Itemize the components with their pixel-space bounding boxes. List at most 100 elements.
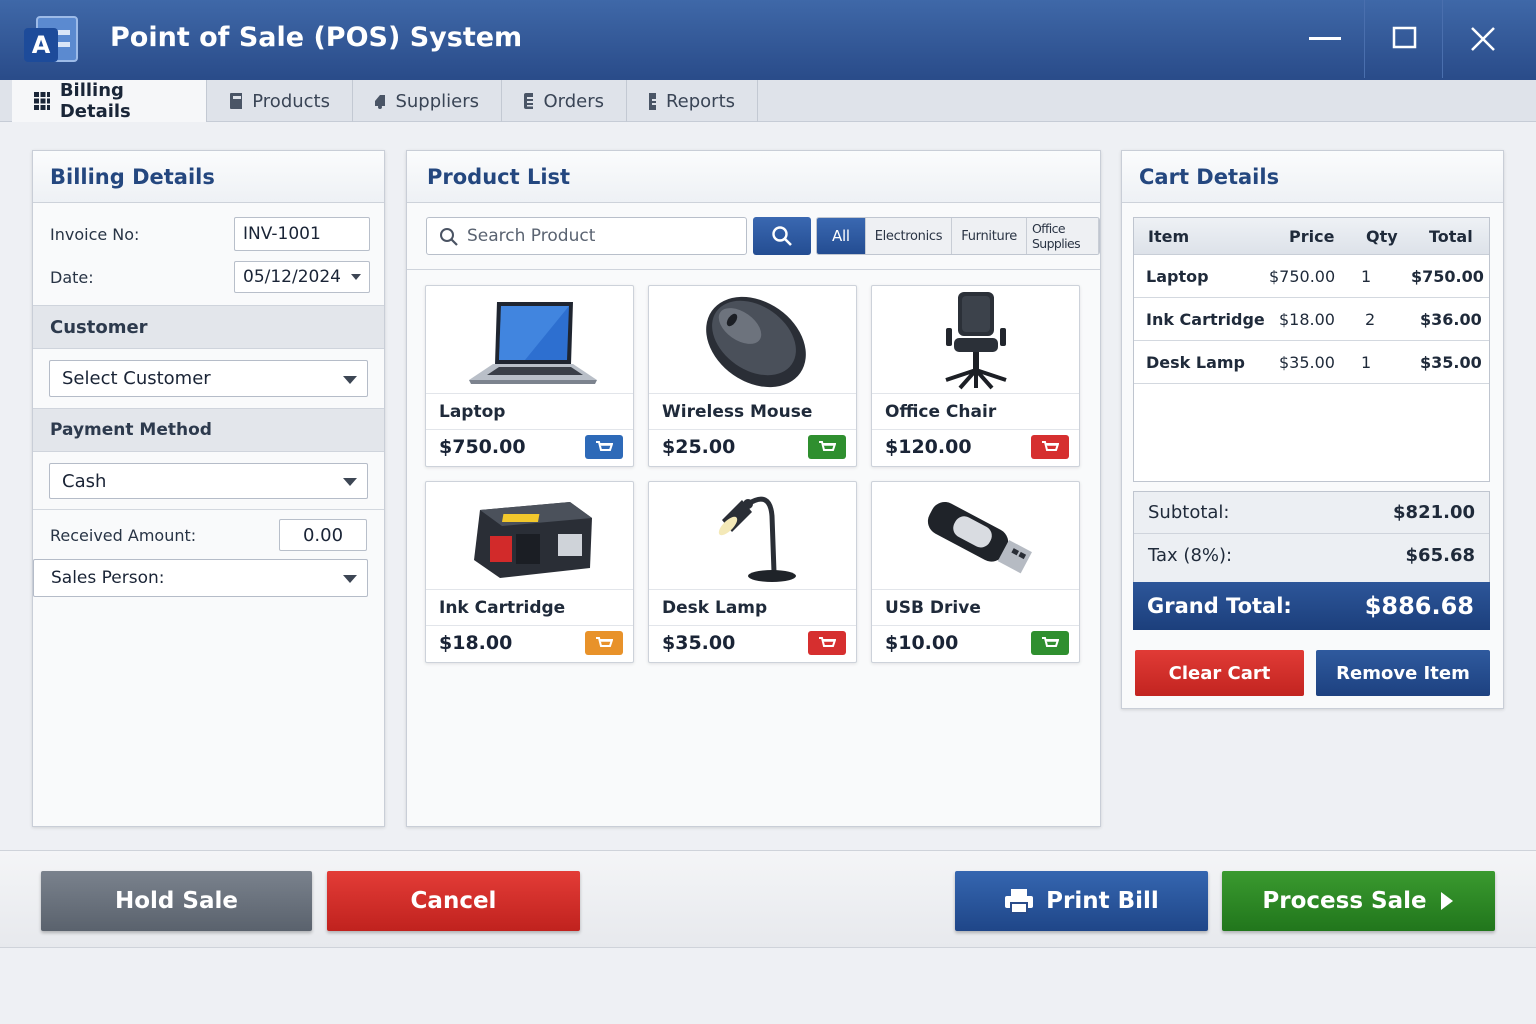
cart-item-price: $750.00 [1269,266,1336,286]
product-price: $10.00 [885,632,959,654]
product-name: Ink Cartridge [439,598,566,618]
tab-label: Suppliers [395,90,479,112]
subtotal-value: $821.00 [1393,502,1475,523]
search-placeholder: Search Product [467,226,596,246]
billing-panel: Billing Details Invoice No: INV-1001 Dat… [32,150,385,827]
cancel-button[interactable]: Cancel [327,871,580,931]
payment-method-value: Cash [62,470,107,492]
tab-label: Billing Details [59,80,131,122]
app-logo: A [24,14,80,64]
add-to-cart-button[interactable] [1031,631,1069,655]
tab-billing-details[interactable]: Billing Details [12,80,207,122]
product-price: $18.00 [439,632,513,654]
invoice-field[interactable]: INV-1001 [234,217,370,251]
tab-orders[interactable]: Orders [502,80,627,122]
tax-row: Tax (8%): $65.68 [1134,534,1489,576]
cart-icon [1042,637,1059,647]
cart-item-total: $750.00 [1411,266,1484,286]
truck-icon [375,95,386,109]
product-list-panel: Product List Search Product All Electron… [406,150,1101,827]
minimize-icon [1309,37,1341,40]
filter-office-supplies[interactable]: Office Supplies [1027,218,1099,254]
invoice-label: Invoice No: [50,224,140,244]
cart-item-total: $36.00 [1420,309,1482,329]
cancel-label: Cancel [410,888,497,914]
mouse-image [649,286,856,394]
received-label: Received Amount: [50,525,197,545]
filter-electronics[interactable]: Electronics [866,218,953,254]
laptop-image [426,286,633,394]
action-bar: Hold Sale Cancel Print Bill Process Sale [0,850,1536,948]
cart-icon [596,441,613,451]
add-to-cart-button[interactable] [585,435,623,459]
cart-panel: Cart Details Item Price Qty Total Laptop… [1121,150,1504,709]
add-to-cart-button[interactable] [808,435,846,459]
cart-row[interactable]: Laptop $750.00 1 $750.00 [1134,255,1489,298]
chevron-down-icon [343,575,357,583]
payment-method-select[interactable]: Cash [49,463,368,499]
document-icon [649,92,656,110]
cart-table-header: Item Price Qty Total [1134,218,1489,255]
tab-bar: Billing Details Products Suppliers Order… [0,78,1536,122]
remove-item-button[interactable]: Remove Item [1316,650,1490,696]
cart-row[interactable]: Desk Lamp $35.00 1 $35.00 [1134,341,1489,384]
column-header-price: Price [1289,226,1335,246]
cart-icon [596,637,613,647]
product-card-laptop[interactable]: Laptop $750.00 [425,285,634,467]
cart-icon [819,637,836,647]
product-price: $35.00 [662,632,736,654]
clear-cart-button[interactable]: Clear Cart [1135,650,1304,696]
process-sale-button[interactable]: Process Sale [1222,871,1495,931]
add-to-cart-button[interactable] [585,631,623,655]
filter-all[interactable]: All [817,218,866,254]
search-icon [440,228,458,246]
salesperson-select[interactable]: Sales Person: [33,559,368,597]
close-button[interactable] [1442,0,1522,78]
add-to-cart-button[interactable] [808,631,846,655]
minimize-button[interactable] [1286,0,1366,78]
cart-item-qty: 1 [1361,266,1372,286]
chair-image [872,286,1079,394]
cart-item-total: $35.00 [1420,352,1482,372]
product-card-usb-drive[interactable]: USB Drive $10.00 [871,481,1080,663]
lamp-image [649,482,856,590]
product-card-wireless-mouse[interactable]: Wireless Mouse $25.00 [648,285,857,467]
tab-label: Reports [665,90,735,112]
add-to-cart-button[interactable] [1031,435,1069,459]
date-label: Date: [50,267,94,287]
search-button[interactable] [753,217,811,255]
cart-icon [1042,441,1059,451]
product-card-ink-cartridge[interactable]: Ink Cartridge $18.00 [425,481,634,663]
app-logo-letter: A [24,28,58,62]
box-icon [230,93,243,109]
cart-item-name: Ink Cartridge [1146,309,1265,329]
filter-furniture[interactable]: Furniture [952,218,1027,254]
product-card-desk-lamp[interactable]: Desk Lamp $35.00 [648,481,857,663]
tab-label: Orders [543,90,604,112]
received-amount-input[interactable]: 0.00 [279,519,367,551]
tab-suppliers[interactable]: Suppliers [353,80,502,122]
category-filters: All Electronics Furniture Office Supplie… [816,217,1100,255]
tab-reports[interactable]: Reports [627,80,758,122]
hold-sale-button[interactable]: Hold Sale [41,871,312,931]
printer-image [426,482,633,590]
product-card-office-chair[interactable]: Office Chair $120.00 [871,285,1080,467]
date-picker[interactable]: 05/12/2024 [234,261,370,293]
customer-select[interactable]: Select Customer [49,360,368,397]
tab-products[interactable]: Products [207,80,353,122]
play-arrow-icon [1440,892,1453,910]
customer-heading: Customer [33,305,384,349]
product-name: Wireless Mouse [662,402,813,422]
print-bill-label: Print Bill [1046,888,1159,914]
grand-total-label: Grand Total: [1147,594,1292,618]
close-icon [1470,27,1495,51]
maximize-button[interactable] [1364,0,1444,78]
print-bill-button[interactable]: Print Bill [955,871,1208,931]
cart-row[interactable]: Ink Cartridge $18.00 2 $36.00 [1134,298,1489,341]
tab-label: Products [252,90,330,112]
cart-panel-title: Cart Details [1122,151,1503,203]
cart-item-name: Laptop [1146,266,1209,286]
printer-icon [1005,889,1034,914]
search-input[interactable]: Search Product [426,217,747,255]
title-bar: A Point of Sale (POS) System [0,0,1536,78]
